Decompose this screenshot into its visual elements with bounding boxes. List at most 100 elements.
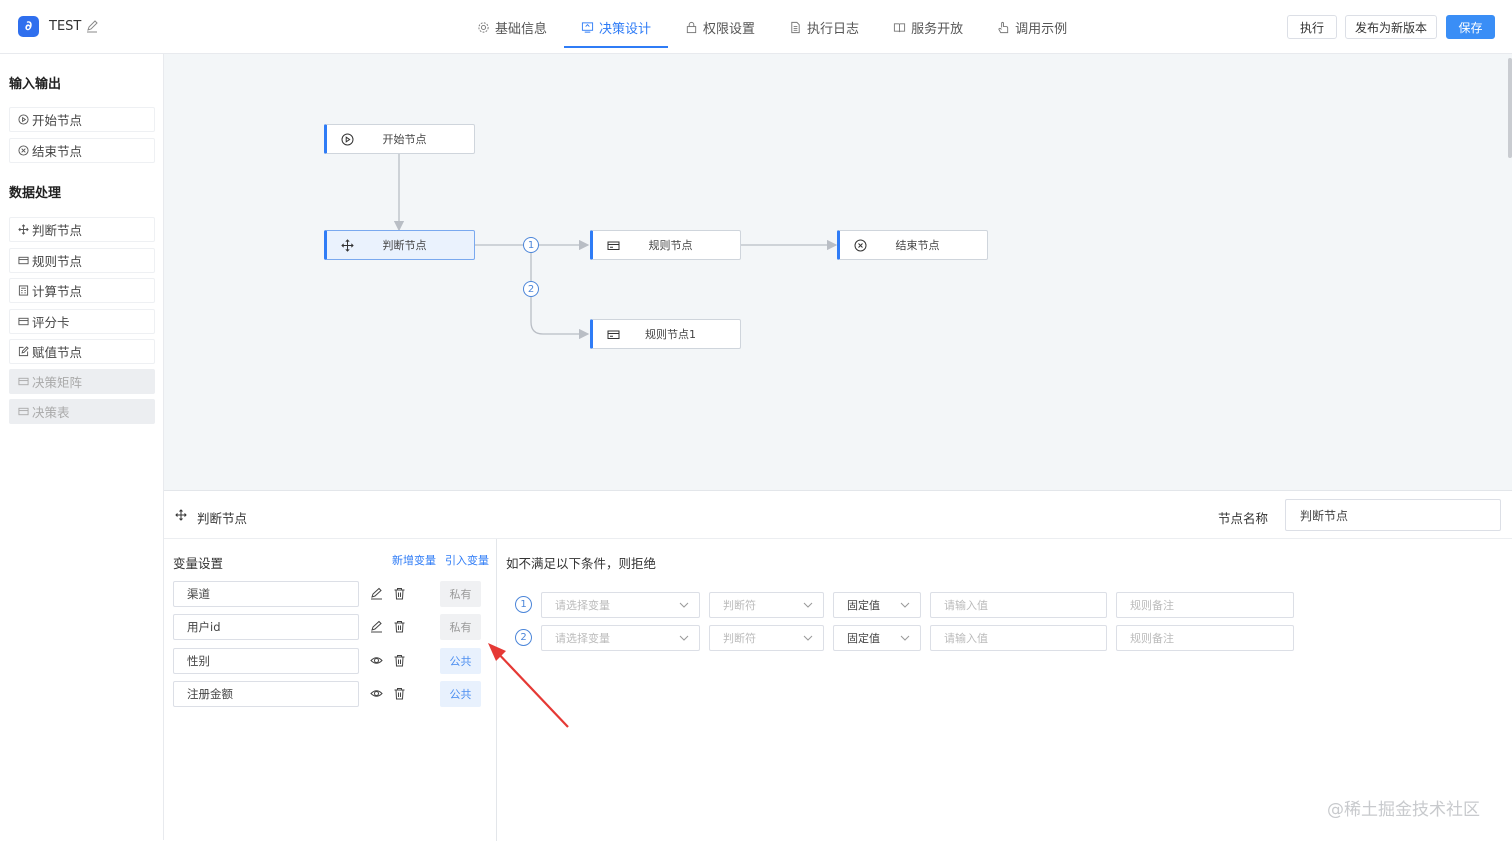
flow-node-judge[interactable]: 判断节点 xyxy=(324,230,475,260)
eye-icon[interactable] xyxy=(370,654,383,667)
palette-item-label: 评分卡 xyxy=(32,315,70,330)
select-value: 固定值 xyxy=(847,599,880,612)
edit-icon[interactable] xyxy=(370,620,383,633)
flow-node-rule1[interactable]: 规则节点1 xyxy=(590,319,741,349)
variable-row: 注册金额 公共 xyxy=(173,681,493,707)
operator-select[interactable]: 判断符 xyxy=(709,592,824,618)
flow-node-rule[interactable]: 规则节点 xyxy=(590,230,741,260)
tab-basic-info[interactable]: 基础信息 xyxy=(460,0,564,54)
trash-icon[interactable] xyxy=(393,654,406,667)
palette-item-end-node[interactable]: 结束节点 xyxy=(9,138,155,163)
palette-item-judge-node[interactable]: 判断节点 xyxy=(9,217,155,242)
variable-select[interactable]: 请选择变量 xyxy=(541,592,700,618)
import-variable-link[interactable]: 引入变量 xyxy=(445,552,489,568)
palette-item-label: 判断节点 xyxy=(32,223,83,238)
chevron-down-icon xyxy=(900,635,910,641)
tab-decision-design[interactable]: 决策设计 xyxy=(564,0,669,54)
node-config-panel: 判断节点 节点名称 判断节点 变量设置 新增变量 引入变量 渠道 私有 用户id… xyxy=(164,490,1512,841)
variable-name-field[interactable]: 用户id xyxy=(173,614,359,640)
palette-item-label: 决策矩阵 xyxy=(32,375,83,390)
value-input[interactable]: 请输入值 xyxy=(930,592,1107,618)
flow-edges xyxy=(393,154,838,340)
run-button[interactable]: 执行 xyxy=(1287,15,1337,39)
scope-tag-public[interactable]: 公共 xyxy=(440,648,481,674)
play-circle-icon xyxy=(341,133,354,146)
tab-call-example[interactable]: 调用示例 xyxy=(980,0,1084,54)
flow-node-start[interactable]: 开始节点 xyxy=(324,124,475,154)
palette-item-label: 结束节点 xyxy=(32,144,83,159)
tab-permissions[interactable]: 权限设置 xyxy=(668,0,772,54)
palette-item-rule-node[interactable]: 规则节点 xyxy=(9,248,155,273)
card-icon xyxy=(607,241,620,250)
scope-tag-public[interactable]: 公共 xyxy=(440,681,481,707)
select-value: 固定值 xyxy=(847,632,880,645)
branch-badge-2[interactable]: 2 xyxy=(523,281,539,297)
tab-label: 服务开放 xyxy=(911,21,964,37)
select-placeholder: 判断符 xyxy=(723,599,756,612)
rule-note-input[interactable]: 规则备注 xyxy=(1116,592,1294,618)
annotation-arrow xyxy=(488,643,569,728)
variable-name-field[interactable]: 渠道 xyxy=(173,581,359,607)
node-name-input[interactable]: 判断节点 xyxy=(1285,499,1501,531)
variable-row: 渠道 私有 xyxy=(173,581,493,607)
card-icon xyxy=(18,407,29,416)
value-input[interactable]: 请输入值 xyxy=(930,625,1107,651)
node-palette: 输入输出 开始节点 结束节点 数据处理 判断节点 规则节点 计算节点 评分卡 赋… xyxy=(0,54,164,840)
flow-node-end[interactable]: 结束节点 xyxy=(837,230,988,260)
card-icon xyxy=(18,377,29,386)
condition-row: 1 请选择变量 判断符 固定值 请输入值 规则备注 xyxy=(497,592,1497,618)
variable-settings-title: 变量设置 xyxy=(173,556,224,571)
chevron-down-icon xyxy=(900,602,910,608)
tab-exec-log[interactable]: 执行日志 xyxy=(772,0,876,54)
palette-item-label: 计算节点 xyxy=(32,284,83,299)
app-title: TEST xyxy=(49,19,82,34)
palette-item-calc-node[interactable]: 计算节点 xyxy=(9,278,155,303)
book-icon xyxy=(893,22,906,32)
gear-icon xyxy=(478,21,489,33)
scope-tag-private[interactable]: 私有 xyxy=(440,581,481,607)
variable-name-field[interactable]: 性别 xyxy=(173,648,359,674)
chevron-down-icon xyxy=(679,635,689,641)
app-logo: ∂ xyxy=(18,16,39,37)
palette-item-label: 赋值节点 xyxy=(32,345,83,360)
trash-icon[interactable] xyxy=(393,687,406,700)
tab-service-open[interactable]: 服务开放 xyxy=(876,0,980,54)
value-type-select[interactable]: 固定值 xyxy=(833,592,921,618)
edit-title-icon[interactable] xyxy=(86,19,98,33)
publish-button[interactable]: 发布为新版本 xyxy=(1345,15,1437,39)
edit-icon[interactable] xyxy=(370,587,383,600)
palette-item-label: 决策表 xyxy=(32,405,70,420)
tab-label: 权限设置 xyxy=(703,21,756,37)
scrollbar-thumb[interactable] xyxy=(1508,58,1512,158)
eye-icon[interactable] xyxy=(370,687,383,700)
document-icon xyxy=(791,21,800,33)
operator-select[interactable]: 判断符 xyxy=(709,625,824,651)
select-placeholder: 请选择变量 xyxy=(555,599,610,612)
variable-settings: 变量设置 新增变量 引入变量 渠道 私有 用户id 私有 性别 公共 注册金额 … xyxy=(164,539,497,841)
palette-item-start-node[interactable]: 开始节点 xyxy=(9,107,155,132)
palette-item-decision-matrix: 决策矩阵 xyxy=(9,369,155,394)
tab-label: 执行日志 xyxy=(807,21,860,37)
edge-branch2-rule1 xyxy=(530,245,590,340)
trash-icon[interactable] xyxy=(393,620,406,633)
trash-icon[interactable] xyxy=(393,587,406,600)
section-io-title: 输入输出 xyxy=(9,77,62,92)
branch-badge-1[interactable]: 1 xyxy=(523,237,539,253)
calculator-icon xyxy=(18,285,29,296)
scope-tag-private[interactable]: 私有 xyxy=(440,614,481,640)
variable-name-field[interactable]: 注册金额 xyxy=(173,681,359,707)
value-type-select[interactable]: 固定值 xyxy=(833,625,921,651)
flow-canvas[interactable]: 开始节点 判断节点 规则节点 结束节点 规则节点1 1 2 xyxy=(164,54,1512,490)
rule-note-input[interactable]: 规则备注 xyxy=(1116,625,1294,651)
lock-icon xyxy=(686,21,697,33)
move-icon xyxy=(341,239,354,252)
canvas-scrollbar[interactable] xyxy=(1508,54,1512,490)
watermark: @稀土掘金技术社区 xyxy=(1327,800,1480,820)
add-variable-link[interactable]: 新增变量 xyxy=(392,552,436,568)
variable-row: 性别 公共 xyxy=(173,648,493,674)
palette-item-scorecard[interactable]: 评分卡 xyxy=(9,309,155,334)
panel-header: 判断节点 节点名称 判断节点 xyxy=(164,491,1512,539)
save-button[interactable]: 保存 xyxy=(1446,15,1495,39)
palette-item-assign-node[interactable]: 赋值节点 xyxy=(9,339,155,364)
node-name-label: 节点名称 xyxy=(1218,511,1269,526)
